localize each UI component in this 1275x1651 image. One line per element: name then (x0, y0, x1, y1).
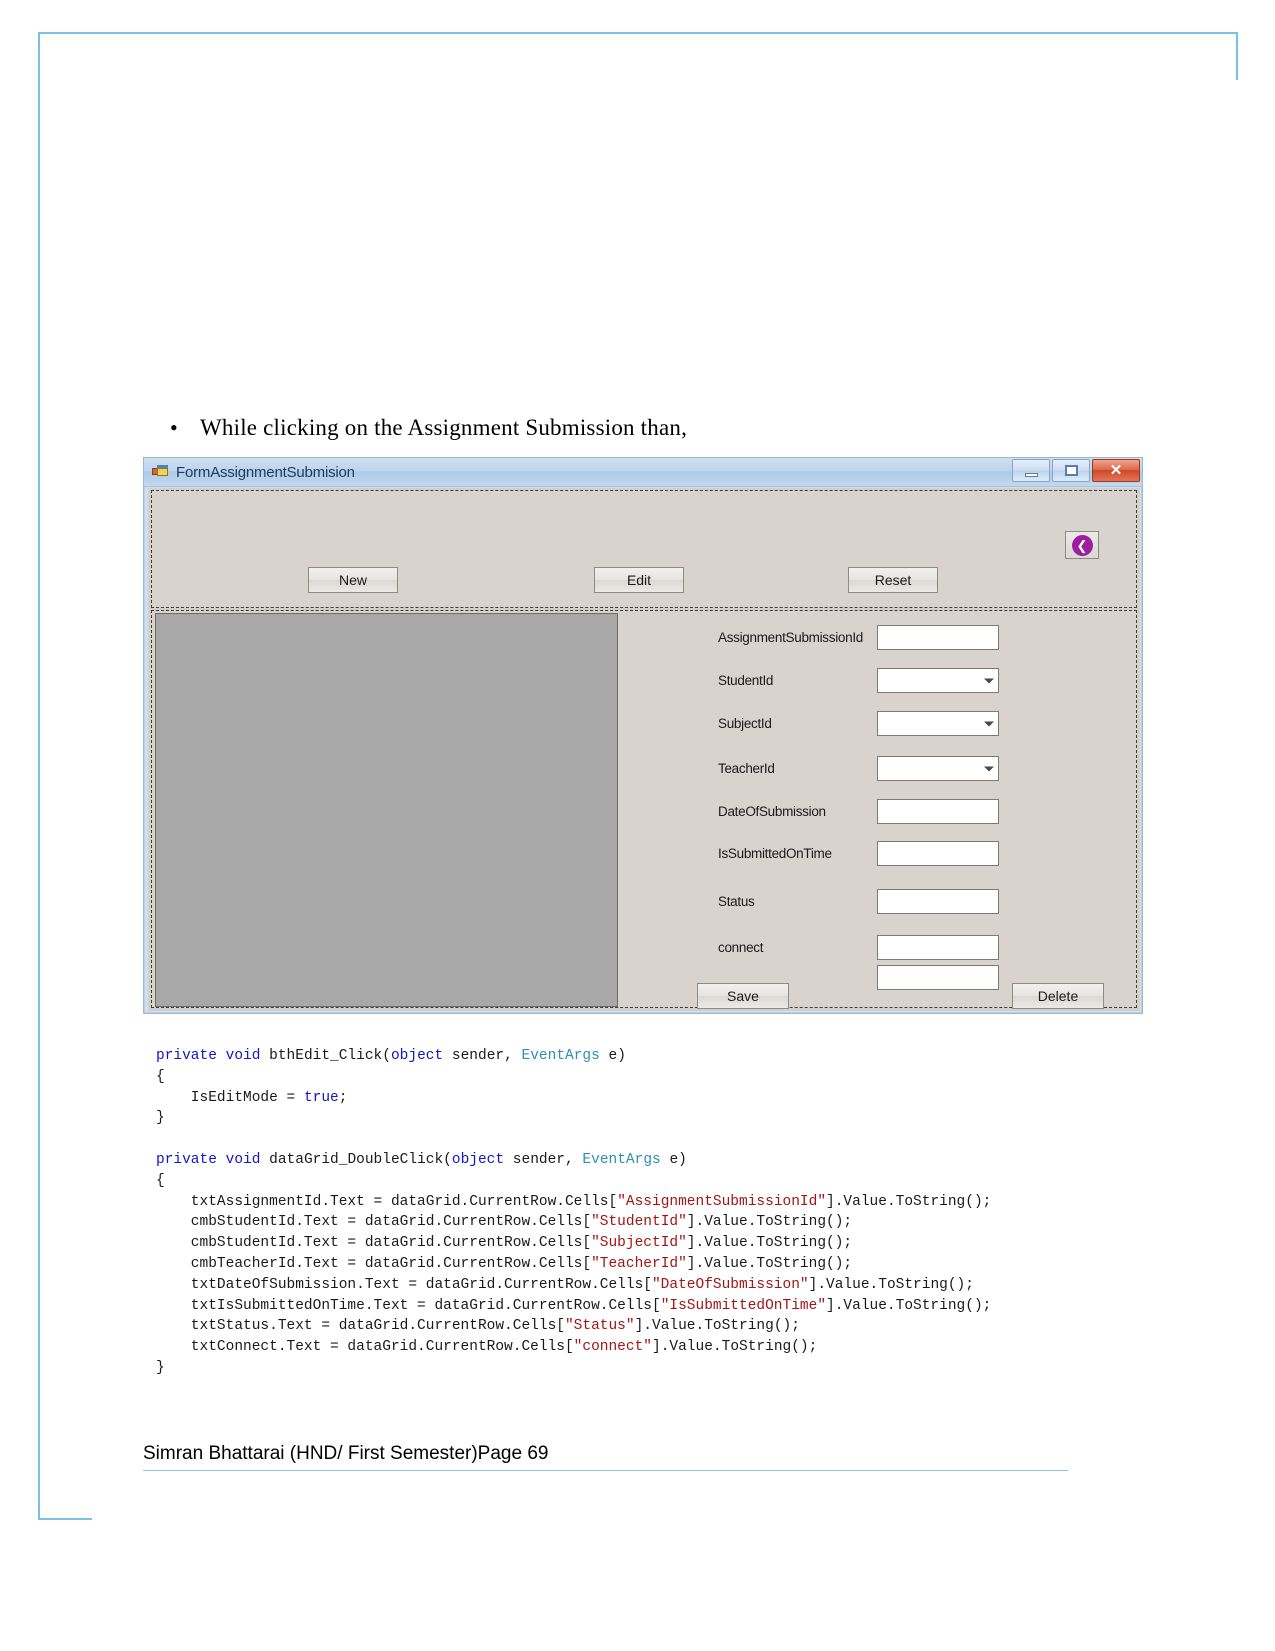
status-input[interactable] (877, 889, 999, 914)
field-row-status: Status (622, 889, 1138, 917)
field-label: SubjectId (718, 716, 772, 731)
window-controls: ✕ (1012, 459, 1140, 482)
reset-button[interactable]: Reset (848, 567, 938, 593)
dateofsubmission-input[interactable] (877, 799, 999, 824)
window-titlebar[interactable]: FormAssignmentSubmision ✕ (144, 458, 1142, 487)
extra-input[interactable] (877, 965, 999, 990)
code-line: cmbStudentId.Text = dataGrid.CurrentRow.… (156, 1214, 853, 1231)
page-footer: Simran Bhattarai (HND/ First Semester)Pa… (143, 1443, 1068, 1471)
maximize-icon (1064, 465, 1078, 476)
toolbar-panel: New Edit Reset ❮ (151, 490, 1137, 608)
field-row-subjectid: SubjectId (622, 711, 1138, 739)
delete-button[interactable]: Delete (1012, 983, 1104, 1009)
minimize-icon (1024, 472, 1038, 477)
field-row-connect: connect (622, 935, 1138, 963)
code-line: txtIsSubmittedOnTime.Text = dataGrid.Cur… (156, 1297, 992, 1314)
code-line: IsEditMode = true; (156, 1089, 348, 1106)
connect-input[interactable] (877, 935, 999, 960)
edit-button[interactable]: Edit (594, 567, 684, 593)
code-line: private void dataGrid_DoubleClick(object… (156, 1151, 687, 1168)
code-line: txtStatus.Text = dataGrid.CurrentRow.Cel… (156, 1318, 800, 1335)
code-line: cmbStudentId.Text = dataGrid.CurrentRow.… (156, 1235, 853, 1252)
field-label: DateOfSubmission (718, 804, 826, 819)
maximize-button[interactable] (1052, 459, 1090, 482)
field-row-issubmittedontime: IsSubmittedOnTime (622, 841, 1138, 869)
form-client-area: New Edit Reset ❮ AssignmentSubmissionId … (148, 488, 1140, 1011)
issubmittedontime-input[interactable] (877, 841, 999, 866)
code-line: } (156, 1110, 165, 1127)
field-label: AssignmentSubmissionId (718, 630, 863, 645)
assignmentsubmissionid-input[interactable] (877, 625, 999, 650)
window-title: FormAssignmentSubmision (176, 463, 355, 481)
field-label: connect (718, 940, 764, 955)
studentid-combobox[interactable] (877, 668, 999, 693)
data-grid[interactable] (155, 613, 618, 1007)
save-button[interactable]: Save (697, 983, 789, 1009)
main-panel: AssignmentSubmissionId StudentId Subject… (151, 610, 1138, 1009)
code-block: private void bthEdit_Click(object sender… (156, 1046, 1076, 1379)
bullet-text: While clicking on the Assignment Submiss… (200, 415, 688, 440)
field-row-teacherid: TeacherId (622, 756, 1138, 784)
footer-text: Simran Bhattarai (HND/ First Semester)Pa… (143, 1443, 549, 1464)
back-button[interactable]: ❮ (1065, 531, 1099, 559)
field-row-studentid: StudentId (622, 668, 1138, 696)
minimize-button[interactable] (1012, 459, 1050, 482)
field-row-assignmentsubmissionid: AssignmentSubmissionId (622, 625, 1138, 653)
field-label: Status (718, 894, 755, 909)
code-line: { (156, 1068, 165, 1085)
code-line: } (156, 1359, 165, 1376)
close-button[interactable]: ✕ (1092, 459, 1140, 482)
close-icon: ✕ (1109, 462, 1123, 479)
code-line: txtConnect.Text = dataGrid.CurrentRow.Ce… (156, 1339, 818, 1356)
bullet-marker: • (170, 415, 178, 440)
chevron-down-icon (984, 678, 994, 683)
code-line: cmbTeacherId.Text = dataGrid.CurrentRow.… (156, 1255, 853, 1272)
subjectid-combobox[interactable] (877, 711, 999, 736)
winforms-window: FormAssignmentSubmision ✕ New Edit Reset… (143, 457, 1143, 1014)
code-line: txtAssignmentId.Text = dataGrid.CurrentR… (156, 1193, 992, 1210)
chevron-down-icon (984, 721, 994, 726)
back-arrow-icon: ❮ (1071, 534, 1093, 556)
chevron-down-icon (984, 766, 994, 771)
code-line: private void bthEdit_Click(object sender… (156, 1048, 626, 1064)
form-icon (152, 465, 168, 479)
field-list: AssignmentSubmissionId StudentId Subject… (622, 611, 1138, 1007)
code-line: { (156, 1172, 165, 1189)
code-line: txtDateOfSubmission.Text = dataGrid.Curr… (156, 1276, 974, 1293)
bullet-paragraph: • While clicking on the Assignment Submi… (170, 415, 1070, 441)
field-label: TeacherId (718, 761, 775, 776)
teacherid-combobox[interactable] (877, 756, 999, 781)
new-button[interactable]: New (308, 567, 398, 593)
field-row-dateofsubmission: DateOfSubmission (622, 799, 1138, 827)
field-label: StudentId (718, 673, 774, 688)
field-label: IsSubmittedOnTime (718, 846, 832, 861)
footer-divider (143, 1470, 1068, 1471)
